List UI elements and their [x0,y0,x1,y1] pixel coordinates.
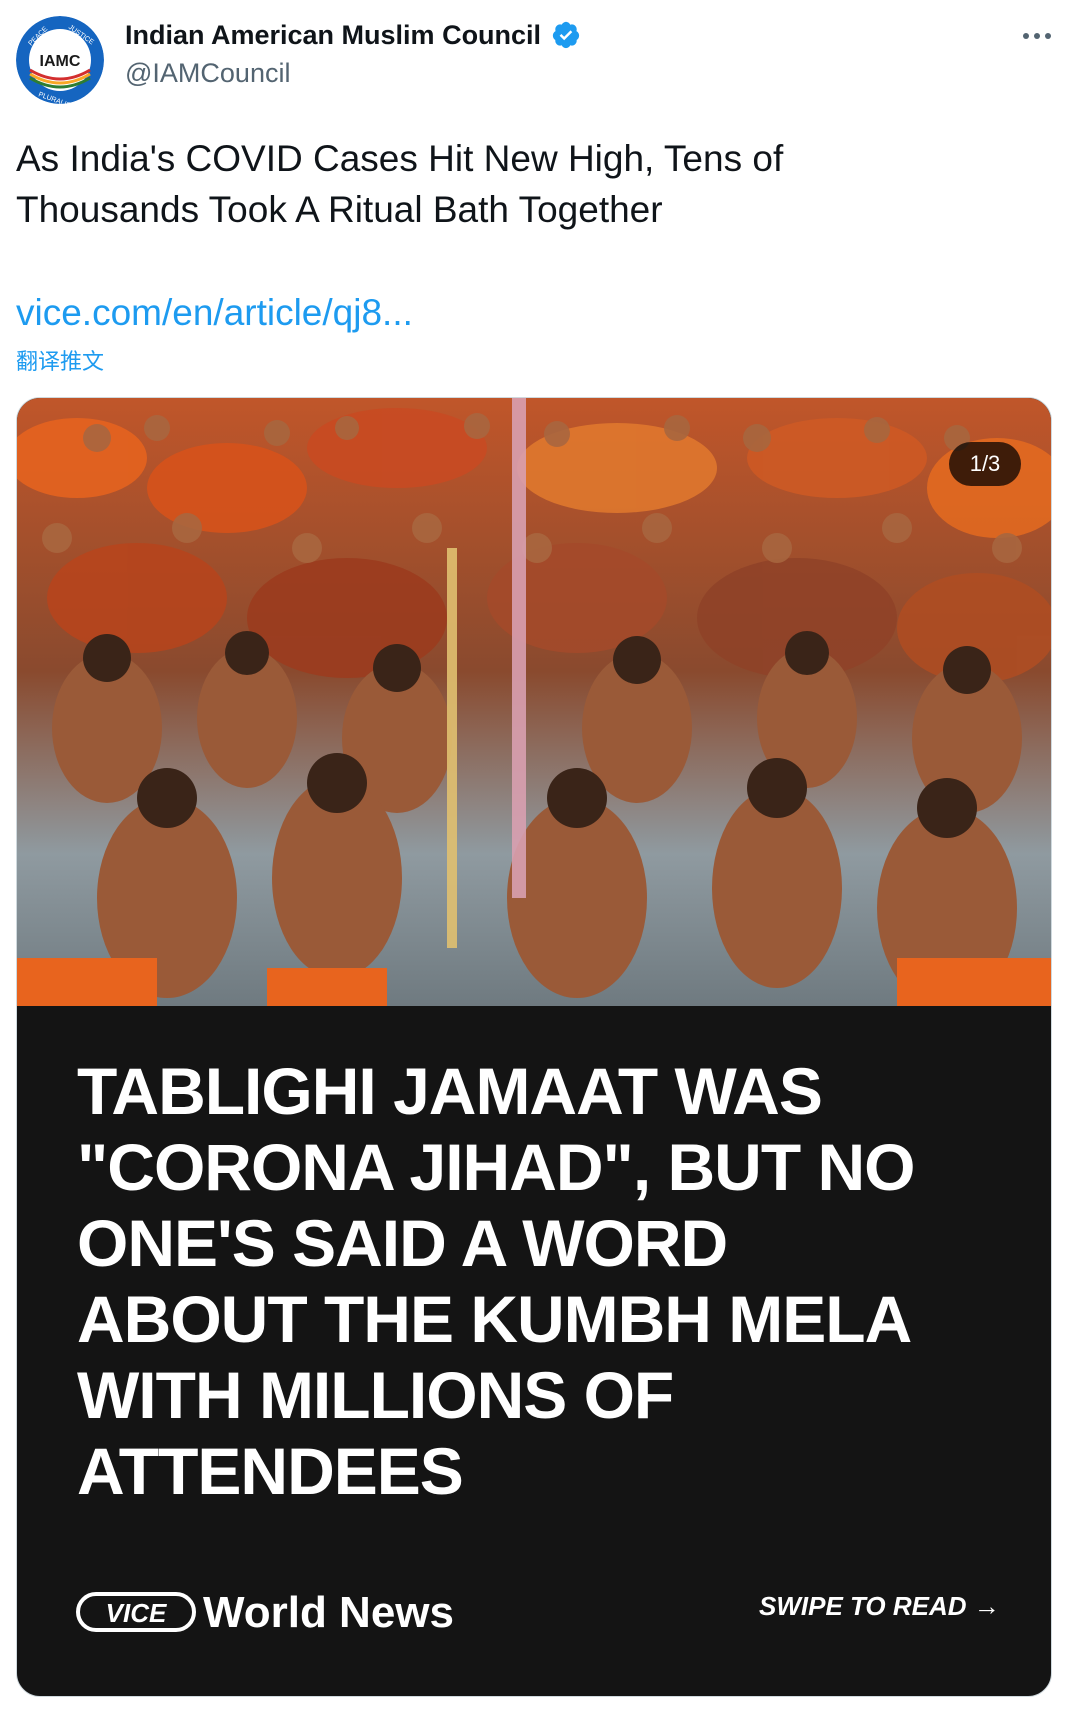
more-horizontal-icon [1023,33,1051,39]
avatar-center-text: IAMC [40,53,81,70]
headline-line: "CORONA JIHAD", BUT NO [77,1130,915,1204]
more-options-button[interactable] [1012,18,1062,54]
tweet-text: As India's COVID Cases Hit New High, Ten… [16,133,1056,235]
handle[interactable]: @IAMCouncil [125,58,290,89]
headline-line: ONE'S SAID A WORD [77,1206,728,1280]
media-headline: TABLIGHI JAMAAT WAS "CORONA JIHAD", BUT … [77,1053,1017,1509]
avatar[interactable]: IAMC PEACE JUSTICE PLURALISM [16,16,104,104]
tweet-text-line: As India's COVID Cases Hit New High, Ten… [16,138,784,179]
headline-line: TABLIGHI JAMAAT WAS [77,1054,823,1128]
article-link[interactable]: vice.com/en/article/qj8... [16,292,413,334]
tweet-text-line: Thousands Took A Ritual Bath Together [16,189,663,230]
tweet-header: IAMC PEACE JUSTICE PLURALISM Indian Amer… [0,0,1080,110]
headline-line: WITH MILLIONS OF [77,1358,674,1432]
media-card[interactable]: 1/3 TABLIGHI JAMAAT WAS "CORONA JIHAD", … [16,397,1052,1697]
crowd-bathing-photo[interactable] [17,398,1051,1006]
media-counter: 1/3 [949,442,1021,486]
vice-logo-text: VICE [106,1598,167,1628]
translate-tweet-link[interactable]: 翻译推文 [16,344,104,376]
headline-line: ATTENDEES [77,1434,464,1508]
swipe-to-read-button[interactable]: SWIPE TO READ → [759,1591,1000,1622]
world-news-label: World News [203,1588,455,1637]
verified-badge-icon [552,21,580,49]
display-name[interactable]: Indian American Muslim Council [125,20,541,51]
vice-logo: VICE [76,1592,196,1632]
iamc-logo: IAMC PEACE JUSTICE PLURALISM [16,16,104,104]
headline-line: ABOUT THE KUMBH MELA [77,1282,912,1356]
